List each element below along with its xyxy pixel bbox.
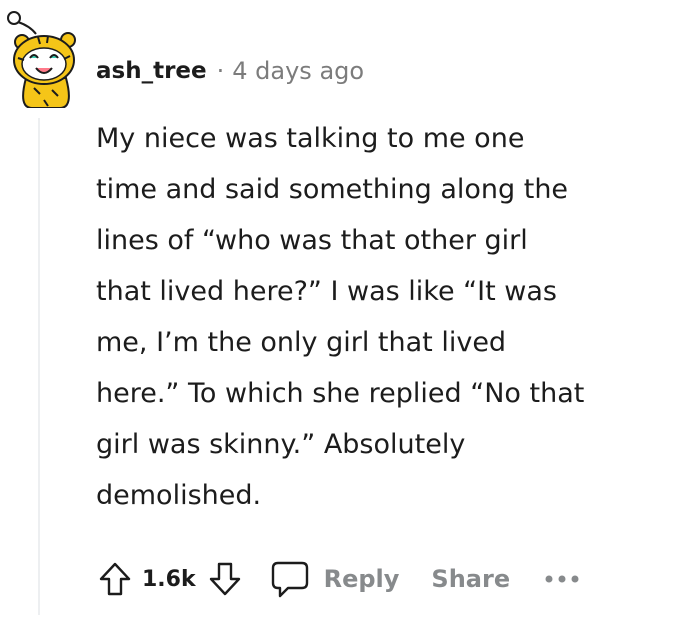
comment-actions: 1.6k Reply Share bbox=[92, 553, 580, 605]
comment-body-line: that lived here?” I was like “It was bbox=[96, 276, 557, 307]
comment-body-line: time and said something along the bbox=[96, 174, 569, 205]
snoo-tiger-avatar-icon bbox=[7, 11, 76, 109]
comment-body-line: girl was skinny.” Absolutely bbox=[96, 429, 466, 460]
comment-body-line: My niece was talking to me one bbox=[96, 123, 525, 154]
comment-header: ash_tree · 4 days ago bbox=[96, 54, 364, 88]
reply-label: Reply bbox=[323, 565, 400, 593]
reply-button[interactable]: Reply bbox=[270, 559, 400, 599]
username-link[interactable]: ash_tree bbox=[96, 58, 207, 84]
downvote-button[interactable] bbox=[202, 556, 248, 602]
timestamp[interactable]: 4 days ago bbox=[232, 57, 364, 85]
comment-body: My niece was talking to me one time and … bbox=[96, 113, 686, 521]
comment-body-line: demolished. bbox=[96, 480, 262, 511]
meta-separator: · bbox=[216, 57, 225, 85]
speech-bubble-icon bbox=[271, 561, 308, 598]
upvote-button[interactable] bbox=[92, 556, 138, 602]
more-options-icon bbox=[545, 575, 579, 583]
comment-body-line: me, I’m the only girl that lived bbox=[96, 327, 507, 358]
upvote-arrow-icon bbox=[99, 562, 131, 596]
share-button[interactable]: Share bbox=[431, 565, 510, 593]
comment-body-line: here.” To which she replied “No that bbox=[96, 378, 585, 409]
downvote-arrow-icon bbox=[209, 562, 240, 596]
avatar[interactable] bbox=[4, 8, 82, 109]
share-label: Share bbox=[431, 565, 511, 593]
comment-body-line: lines of “who was that other girl bbox=[96, 225, 528, 256]
thread-line[interactable] bbox=[38, 118, 40, 615]
more-options-button[interactable] bbox=[544, 556, 580, 602]
comment: ash_tree · 4 days ago My niece was talki… bbox=[0, 0, 700, 619]
vote-score: 1.6k bbox=[142, 566, 196, 592]
